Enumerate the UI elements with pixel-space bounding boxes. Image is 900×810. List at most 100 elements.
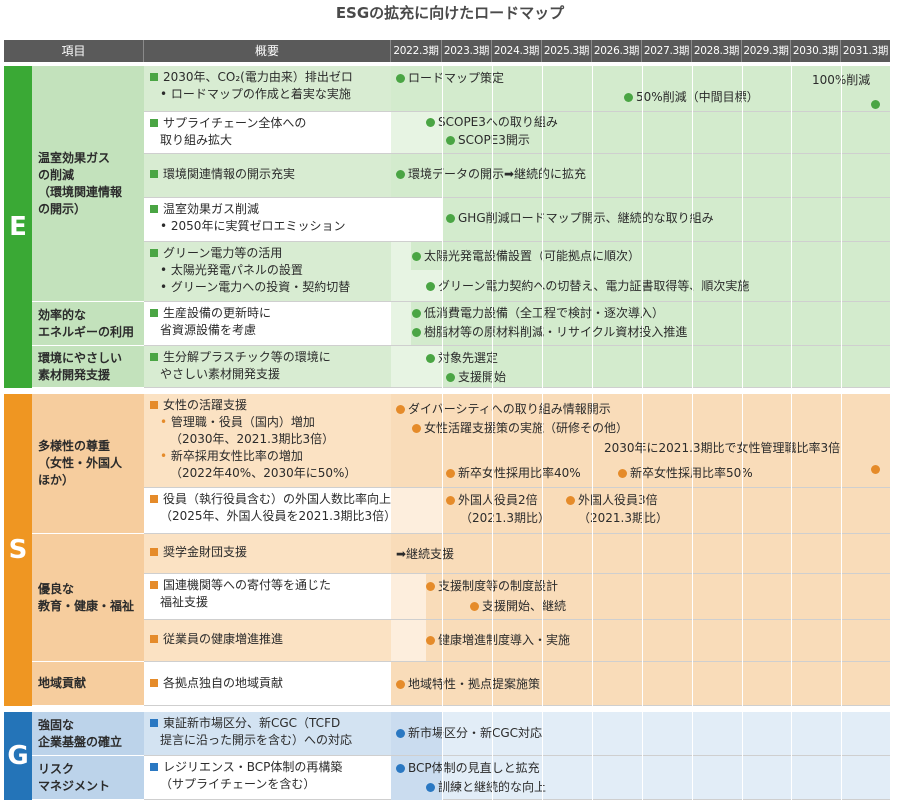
e-event: 対象先選定 <box>426 350 498 367</box>
year-divider <box>592 62 593 800</box>
s-item-education: 優良な 教育・健康・福祉 <box>32 534 144 662</box>
s-event: ➡継続支援 <box>396 547 455 561</box>
e-event: 低消費電力設備（全工程で検討・逐次導入） <box>412 305 664 322</box>
milestone-dot-icon <box>412 424 421 433</box>
square-bullet-icon <box>150 719 158 727</box>
milestone-dot-icon <box>412 252 421 261</box>
e-event: グリーン電力契約への切替え、電力証書取得等、順次実施 <box>426 278 749 295</box>
square-bullet-icon <box>150 205 158 213</box>
square-bullet-icon <box>150 679 158 687</box>
header-year: 2026.3期 <box>592 40 642 62</box>
milestone-dot-icon <box>396 764 405 773</box>
s-desc: 各拠点独自の地域貢献 <box>144 662 391 706</box>
s-event: 外国人役員3倍 <box>566 492 658 509</box>
square-bullet-icon <box>150 548 158 556</box>
year-divider <box>841 62 842 800</box>
g-desc: レジリエンス・BCP体制の再構築 （サプライチェーンを含む） <box>144 756 391 800</box>
milestone-dot-icon <box>618 469 627 478</box>
milestone-dot-icon <box>396 729 405 738</box>
e-desc: グリーン電力等の活用 • 太陽光発電パネルの設置 • グリーン電力への投資・契約… <box>144 242 391 302</box>
e-item-materials: 環境にやさしい 素材開発支援 <box>32 346 144 388</box>
header-year: 2023.3期 <box>442 40 492 62</box>
year-divider <box>492 62 493 800</box>
s-event: 支援開始、継続 <box>470 598 566 615</box>
milestone-dot-icon <box>446 214 455 223</box>
s-event: 女性活躍支援策の実施（研修その他） <box>412 420 628 437</box>
section-g-letter: G <box>4 712 32 800</box>
year-divider <box>791 62 792 800</box>
e-desc: 環境関連情報の開示充実 <box>144 154 391 198</box>
milestone-dot-icon <box>446 469 455 478</box>
header-year: 2030.3期 <box>791 40 841 62</box>
s-event: 健康増進制度導入・実施 <box>426 632 570 649</box>
square-bullet-icon <box>150 249 158 257</box>
page-title: ESGの拡充に向けたロードマップ <box>335 4 565 22</box>
square-bullet-icon <box>150 353 158 361</box>
milestone-dot-icon <box>566 496 575 505</box>
square-bullet-icon <box>150 309 158 317</box>
milestone-dot-icon <box>396 680 405 689</box>
header-year: 2028.3期 <box>692 40 742 62</box>
header-year: 2024.3期 <box>492 40 542 62</box>
year-divider <box>692 62 693 800</box>
e-event: GHG削減ロードマップ開示、継続的な取り組み <box>446 210 714 227</box>
s-event: 地域特性・拠点提案施策 <box>396 676 540 693</box>
square-bullet-icon <box>150 401 158 409</box>
g-event: 新市場区分・新CGC対応 <box>396 725 542 742</box>
s-event: ダイバーシティへの取り組み情報開示 <box>396 401 611 418</box>
e-event: ロードマップ策定 <box>396 70 504 87</box>
s-event: 新卒女性採用比率50% <box>618 465 753 482</box>
square-bullet-icon <box>150 73 158 81</box>
header-year: 2027.3期 <box>642 40 692 62</box>
s-event: 新卒女性採用比率40% <box>446 465 581 482</box>
s-desc: 国連機関等への寄付等を通じた 福祉支援 <box>144 574 391 620</box>
s-event: （2021.3期比） <box>460 511 550 525</box>
e-fill <box>442 346 890 387</box>
year-divider <box>642 62 643 800</box>
square-bullet-icon <box>150 581 158 589</box>
milestone-dot-icon <box>426 636 435 645</box>
s-event: 2030年に2021.3期比で女性管理職比率3倍 <box>604 441 841 455</box>
milestone-dot-icon <box>470 602 479 611</box>
e-item-energy: 効率的な エネルギーの利用 <box>32 302 144 346</box>
header-year: 2029.3期 <box>742 40 791 62</box>
s-item-community: 地域貢献 <box>32 662 144 706</box>
milestone-dot-icon <box>396 74 405 83</box>
milestone-dot-icon <box>426 354 435 363</box>
section-e-letter: E <box>4 66 32 388</box>
milestone-dot-icon <box>426 582 435 591</box>
milestone-dot-icon <box>446 136 455 145</box>
square-bullet-icon <box>150 170 158 178</box>
e-event: 樹脂材等の原材料削減・リサイクル資材投入推進 <box>412 324 687 341</box>
e-desc: 温室効果ガス削減 • 2050年に実質ゼロエミッション <box>144 198 391 242</box>
s-desc: 女性の活躍支援 • 管理職・役員（国内）増加 （2030年、2021.3期比3倍… <box>144 394 391 488</box>
milestone-dot-icon <box>412 328 421 337</box>
milestone-dot-icon <box>446 373 455 382</box>
milestone-dot-icon <box>446 496 455 505</box>
header-year: 2025.3期 <box>542 40 592 62</box>
e-desc: 2030年、CO₂(電力由来）排出ゼロ • ロードマップの作成と着実な実施 <box>144 66 391 112</box>
header-year: 2031.3期 <box>841 40 890 62</box>
year-divider <box>542 62 543 800</box>
milestone-dot-icon <box>396 405 405 414</box>
milestone-dot-icon <box>412 309 421 318</box>
section-s-letter: S <box>4 394 32 706</box>
s-item-diversity: 多様性の尊重 （女性・外国人 ほか） <box>32 394 144 534</box>
g-desc: 東証新市場区分、新CGC（TCFD 提言に沿った開示を含む）への対応 <box>144 712 391 756</box>
milestone-dot-icon <box>426 118 435 127</box>
e-item-ghg: 温室効果ガス の削減 （環境関連情報 の開示） <box>32 66 144 302</box>
milestone-dot-icon <box>871 458 883 477</box>
s-desc: 奨学金財団支援 <box>144 534 391 574</box>
milestone-dot-icon <box>396 170 405 179</box>
e-desc: 生産設備の更新時に 省資源設備を考慮 <box>144 302 391 346</box>
year-divider <box>742 62 743 800</box>
e-event: 支援開始 <box>446 369 506 386</box>
header-overview: 概要 <box>144 40 391 62</box>
e-event: 太陽光発電設備設置（可能拠点に順次） <box>412 248 640 265</box>
g-event: 訓練と継続的な向上 <box>426 779 546 796</box>
g-item-risk: リスク マネジメント <box>32 756 144 800</box>
square-bullet-icon <box>150 119 158 127</box>
s-desc: 役員（執行役員含む）の外国人数比率向上 （2025年、外国人役員を2021.3期… <box>144 488 396 534</box>
milestone-dot-icon <box>426 783 435 792</box>
header-item: 項目 <box>4 40 144 62</box>
